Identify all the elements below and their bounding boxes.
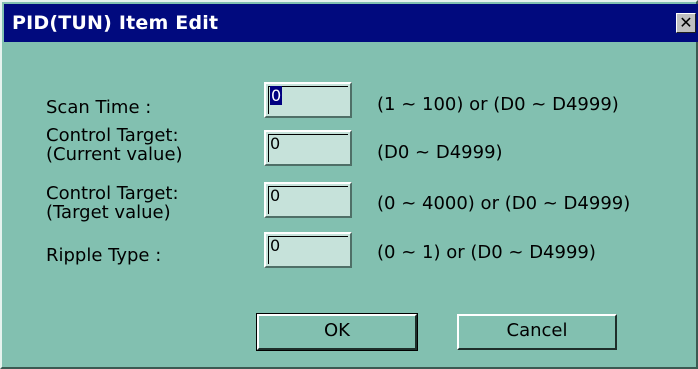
control-target-target-label-line1: Control Target:	[46, 183, 179, 204]
control-target-target-range: (0 ~ 4000) or (D0 ~ D4999)	[377, 193, 631, 214]
control-target-target-value: 0	[270, 186, 281, 205]
control-target-target-label-line2: (Target value)	[46, 202, 171, 223]
cancel-button[interactable]: Cancel	[457, 314, 617, 350]
control-target-target-input[interactable]: 0	[264, 182, 352, 218]
ripple-type-value: 0	[270, 236, 281, 255]
ripple-type-label: Ripple Type :	[46, 245, 162, 266]
pid-item-edit-dialog: PID(TUN) Item Edit ✕ Scan Time : 0 (1 ~ …	[0, 0, 698, 369]
scan-time-range: (1 ~ 100) or (D0 ~ D4999)	[377, 94, 619, 115]
scan-time-value: 0	[270, 86, 283, 105]
title-bar[interactable]: PID(TUN) Item Edit ✕	[4, 4, 698, 42]
ok-button[interactable]: OK	[256, 313, 418, 351]
control-target-current-input[interactable]: 0	[264, 130, 352, 166]
control-target-current-label-line2: (Current value)	[46, 144, 183, 165]
ripple-type-input[interactable]: 0	[264, 232, 352, 268]
control-target-current-range: (D0 ~ D4999)	[377, 142, 503, 163]
scan-time-input[interactable]: 0	[264, 82, 352, 118]
window-title: PID(TUN) Item Edit	[12, 12, 219, 34]
ripple-type-range: (0 ~ 1) or (D0 ~ D4999)	[377, 242, 596, 263]
scan-time-label: Scan Time :	[46, 97, 152, 118]
control-target-current-value: 0	[270, 134, 281, 153]
close-icon[interactable]: ✕	[676, 13, 696, 33]
control-target-current-label-line1: Control Target:	[46, 125, 179, 146]
